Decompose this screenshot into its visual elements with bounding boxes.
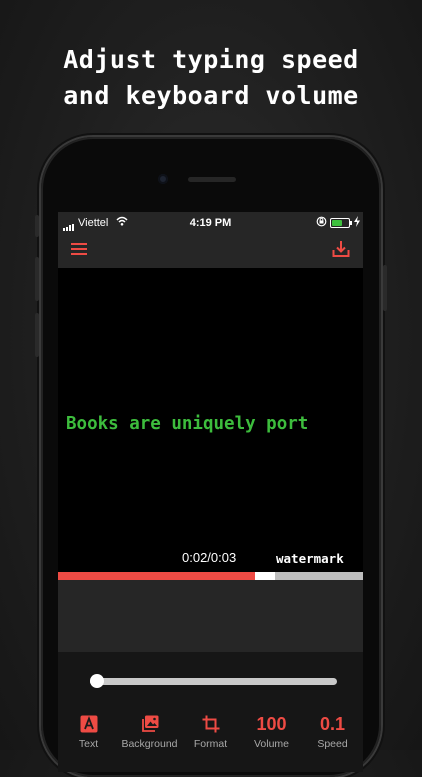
volume-value: 100 xyxy=(256,714,287,734)
earpiece-speaker xyxy=(188,177,236,182)
bottom-tab-bar: Text Background Format 100 Volume 0.1 Sp… xyxy=(58,712,363,772)
playback-progress-bar[interactable] xyxy=(58,572,363,580)
battery-level xyxy=(332,220,343,226)
tab-volume[interactable]: 100 Volume xyxy=(241,712,302,772)
tab-label: Speed xyxy=(317,738,348,750)
typed-text-preview: Books are uniquely port xyxy=(66,414,309,434)
battery-nub xyxy=(350,221,352,225)
tab-label: Text xyxy=(78,738,99,750)
download-icon[interactable] xyxy=(332,240,350,258)
front-camera xyxy=(158,174,168,184)
rotation-lock-icon xyxy=(316,216,327,227)
phone-mute-switch xyxy=(35,215,39,237)
playback-timecode: 0:02/0:03 xyxy=(182,550,237,565)
progress-buffer xyxy=(254,572,275,580)
headline-line-2: and keyboard volume xyxy=(63,81,359,110)
progress-played xyxy=(58,572,255,580)
image-icon xyxy=(141,715,158,732)
tab-label: Volume xyxy=(253,738,290,750)
phone-volume-down xyxy=(35,313,39,357)
watermark-label: watermark xyxy=(276,551,344,566)
phone-power-button xyxy=(383,265,387,311)
headline-line-1: Adjust typing speed xyxy=(63,45,359,74)
hamburger-menu-icon[interactable] xyxy=(71,242,87,256)
app-screen: Viettel 4:19 PM Books are uniquely port … xyxy=(58,212,363,772)
text-icon xyxy=(80,715,97,733)
crop-icon xyxy=(202,715,219,733)
tab-text[interactable]: Text xyxy=(58,712,119,772)
tab-speed[interactable]: 0.1 Speed xyxy=(302,712,363,772)
video-preview[interactable]: Books are uniquely port 0:02/0:03 waterm… xyxy=(58,268,363,570)
charging-bolt-icon xyxy=(354,216,360,227)
options-panel xyxy=(58,580,363,652)
speed-value: 0.1 xyxy=(319,714,346,734)
app-toolbar xyxy=(58,234,363,268)
phone-volume-up xyxy=(35,257,39,301)
adjust-slider[interactable] xyxy=(90,674,337,688)
tab-background[interactable]: Background xyxy=(119,712,180,772)
tab-format[interactable]: Format xyxy=(180,712,241,772)
tab-label: Format xyxy=(193,738,228,750)
tab-label: Background xyxy=(121,738,178,750)
promo-headline: Adjust typing speed and keyboard volume xyxy=(0,42,422,114)
battery-icon xyxy=(330,218,352,228)
status-bar: Viettel 4:19 PM xyxy=(58,212,363,234)
